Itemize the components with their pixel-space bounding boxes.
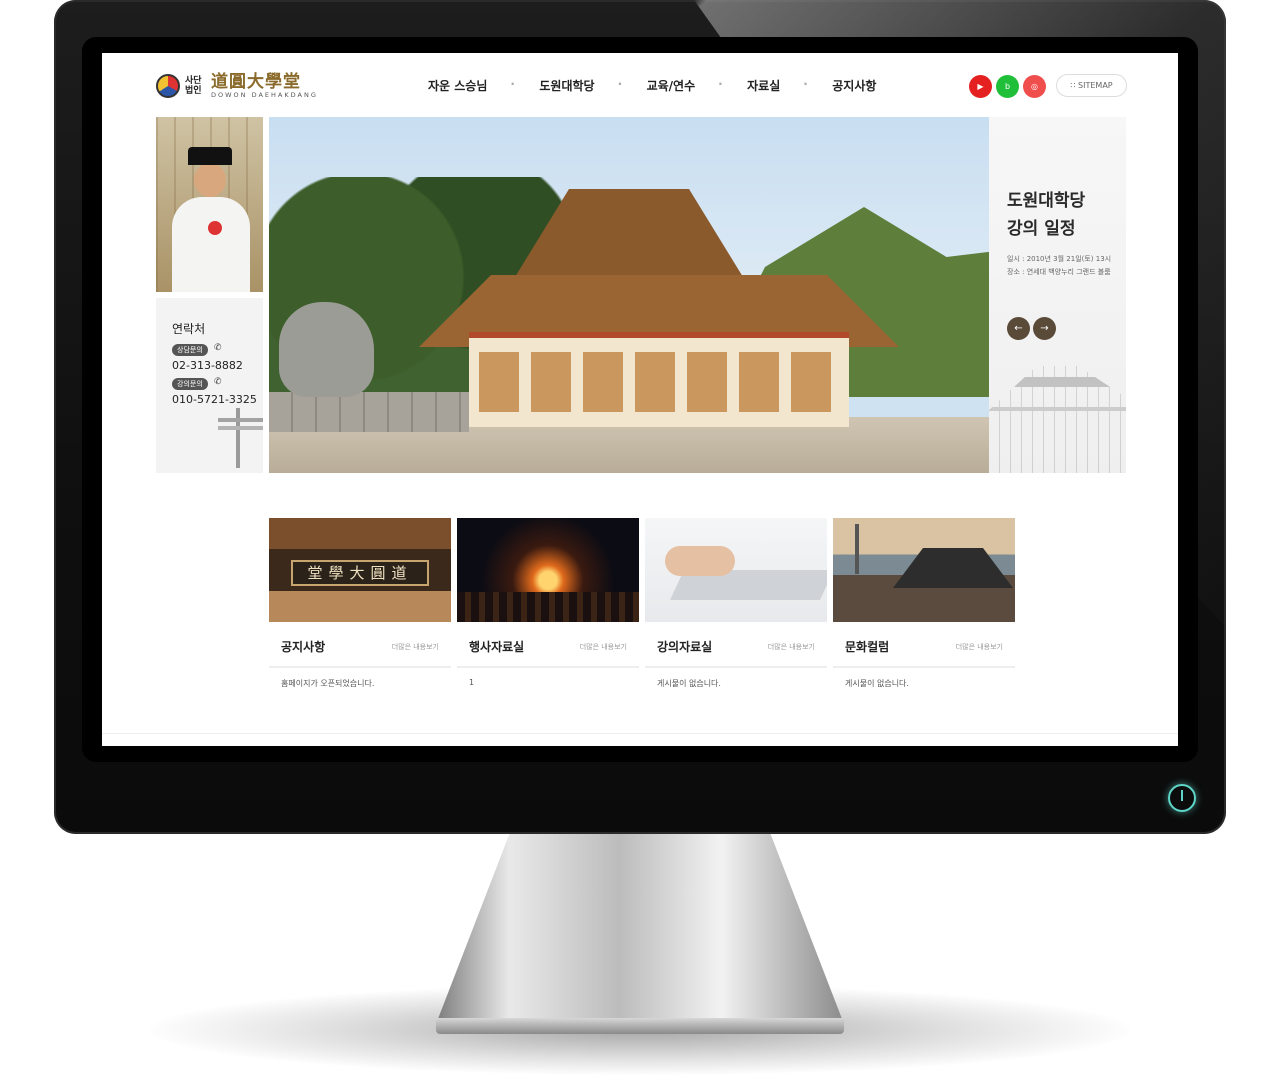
more-link[interactable]: 더많은 내용보기 — [768, 642, 815, 652]
card-post[interactable]: 홈페이지가 오픈되었습니다. — [269, 668, 451, 689]
card-header: 문화컬럼 더많은 내용보기 — [833, 622, 1015, 668]
power-icon[interactable] — [1168, 784, 1196, 812]
hanok-roof-decoration — [989, 365, 1126, 473]
nav-item-education[interactable]: 교육/연수 — [618, 77, 722, 94]
photo-hat — [188, 147, 232, 165]
card-image-laptop — [645, 518, 827, 622]
card-event-archive[interactable]: 행사자료실 더많은 내용보기 1 — [457, 518, 639, 689]
schedule-title: 도원대학당 강의 일정 — [1007, 187, 1085, 243]
card-header: 공지사항 더많은 내용보기 — [269, 622, 451, 668]
lecture-schedule-panel: 도원대학당 강의 일정 일시 : 2010년 3월 21일(토) 13시 장소 … — [989, 117, 1126, 473]
youtube-icon[interactable]: ▶ — [969, 75, 992, 98]
teacher-photo — [156, 117, 263, 292]
card-title[interactable]: 공지사항 — [281, 638, 325, 655]
logo-hanja: 道圓大學堂 — [211, 72, 301, 92]
instagram-icon[interactable]: ◎ — [1023, 75, 1046, 98]
footer-divider — [102, 733, 1178, 734]
schedule-date: 일시 : 2010년 3월 21일(토) 13시 — [1007, 255, 1112, 263]
consult-phone[interactable]: 02-313-8882 — [172, 359, 243, 372]
card-header: 행사자료실 더많은 내용보기 — [457, 622, 639, 668]
hanok-decoration — [218, 408, 263, 468]
logo-small-text: 사단법인 — [185, 76, 202, 96]
sitemap-button[interactable]: ∷ SITEMAP — [1056, 74, 1127, 97]
card-title[interactable]: 행사자료실 — [469, 638, 524, 655]
arrow-left-icon[interactable]: ← — [1007, 317, 1030, 340]
phone-icon: ✆ — [214, 343, 222, 353]
more-link[interactable]: 더많은 내용보기 — [392, 642, 439, 652]
hero-stone-wall — [269, 392, 469, 432]
card-lecture-archive[interactable]: 강의자료실 더많은 내용보기 게시물이 없습니다. — [645, 518, 827, 689]
nav-item-notice[interactable]: 공지사항 — [803, 77, 902, 94]
hero-memorial-stone — [279, 302, 374, 397]
nav-item-archive[interactable]: 자료실 — [718, 77, 806, 94]
schedule-info: 일시 : 2010년 3월 21일(토) 13시 장소 : 연세대 백양누리 그… — [1007, 253, 1111, 279]
contact-title: 연락처 — [172, 322, 206, 336]
hero-image-temple — [269, 117, 989, 473]
card-image-bonfire — [457, 518, 639, 622]
sitemap-label: SITEMAP — [1078, 81, 1113, 90]
plaque-text: 堂學大圓道 — [291, 560, 429, 586]
logo-english: DOWON DAEHAKDANG — [211, 91, 318, 99]
schedule-title-line2: 강의 일정 — [1007, 219, 1076, 239]
phone-icon: ✆ — [214, 377, 222, 387]
social-links: ▶ b ◎ — [969, 75, 1046, 98]
hero-building-body — [469, 332, 849, 427]
logo-text: 道圓大學堂 DOWON DAEHAKDANG — [211, 73, 318, 99]
board-cards: 堂學大圓道 공지사항 더많은 내용보기 홈페이지가 오픈되었습니다. 행사자료실… — [269, 518, 1015, 689]
more-link[interactable]: 더많은 내용보기 — [956, 642, 1003, 652]
schedule-title-line1: 도원대학당 — [1007, 191, 1086, 211]
monitor-stand-base — [436, 1018, 844, 1034]
card-title[interactable]: 문화컬럼 — [845, 638, 889, 655]
lecture-phone[interactable]: 010-5721-3325 — [172, 393, 257, 406]
photo-robe — [172, 197, 250, 292]
monitor-mockup: 사단법인 道圓大學堂 DOWON DAEHAKDANG 자운 스승님 도원대학당… — [0, 0, 1280, 1088]
tower-shape — [855, 524, 859, 574]
card-post: 게시물이 없습니다. — [845, 679, 909, 688]
arrow-right-icon[interactable]: → — [1033, 317, 1056, 340]
blog-icon[interactable]: b — [996, 75, 1019, 98]
grid-icon: ∷ — [1070, 81, 1079, 90]
card-post[interactable]: 1 — [457, 668, 639, 687]
card-notice[interactable]: 堂學大圓道 공지사항 더많은 내용보기 홈페이지가 오픈되었습니다. — [269, 518, 451, 689]
website-screen: 사단법인 道圓大學堂 DOWON DAEHAKDANG 자운 스승님 도원대학당… — [102, 53, 1178, 746]
card-culture-column[interactable]: 문화컬럼 더많은 내용보기 게시물이 없습니다. — [833, 518, 1015, 689]
lecture-badge: 강의문의 — [172, 378, 208, 390]
nav-item-academy[interactable]: 도원대학당 — [510, 77, 620, 94]
hand-shape — [665, 546, 735, 576]
card-image-plaque: 堂學大圓道 — [269, 518, 451, 622]
photo-face — [194, 163, 226, 197]
hanok-roof-shape — [893, 548, 1013, 588]
more-link[interactable]: 더많은 내용보기 — [580, 642, 627, 652]
monitor-stand-neck — [436, 834, 844, 1024]
card-post: 게시물이 없습니다. — [657, 679, 721, 688]
card-title[interactable]: 강의자료실 — [657, 638, 712, 655]
photo-corsage — [208, 221, 222, 235]
card-header: 강의자료실 더많은 내용보기 — [645, 622, 827, 668]
consult-badge: 상담문의 — [172, 344, 208, 356]
schedule-place: 장소 : 연세대 백양누리 그랜드 볼룸 — [1007, 268, 1111, 276]
contact-box: 연락처 상담문의 ✆ 02-313-8882 강의문의 ✆ 010-5721-3… — [156, 298, 263, 473]
taegeuk-logo-icon — [156, 74, 180, 98]
site-header: 사단법인 道圓大學堂 DOWON DAEHAKDANG 자운 스승님 도원대학당… — [102, 53, 1178, 117]
people-silhouettes — [457, 592, 639, 622]
card-image-hanok-village — [833, 518, 1015, 622]
main-nav: 자운 스승님 도원대학당 교육/연수 자료실 공지사항 — [402, 77, 902, 94]
nav-item-teacher[interactable]: 자운 스승님 — [402, 77, 513, 94]
site-logo[interactable]: 사단법인 道圓大學堂 DOWON DAEHAKDANG — [156, 73, 318, 99]
